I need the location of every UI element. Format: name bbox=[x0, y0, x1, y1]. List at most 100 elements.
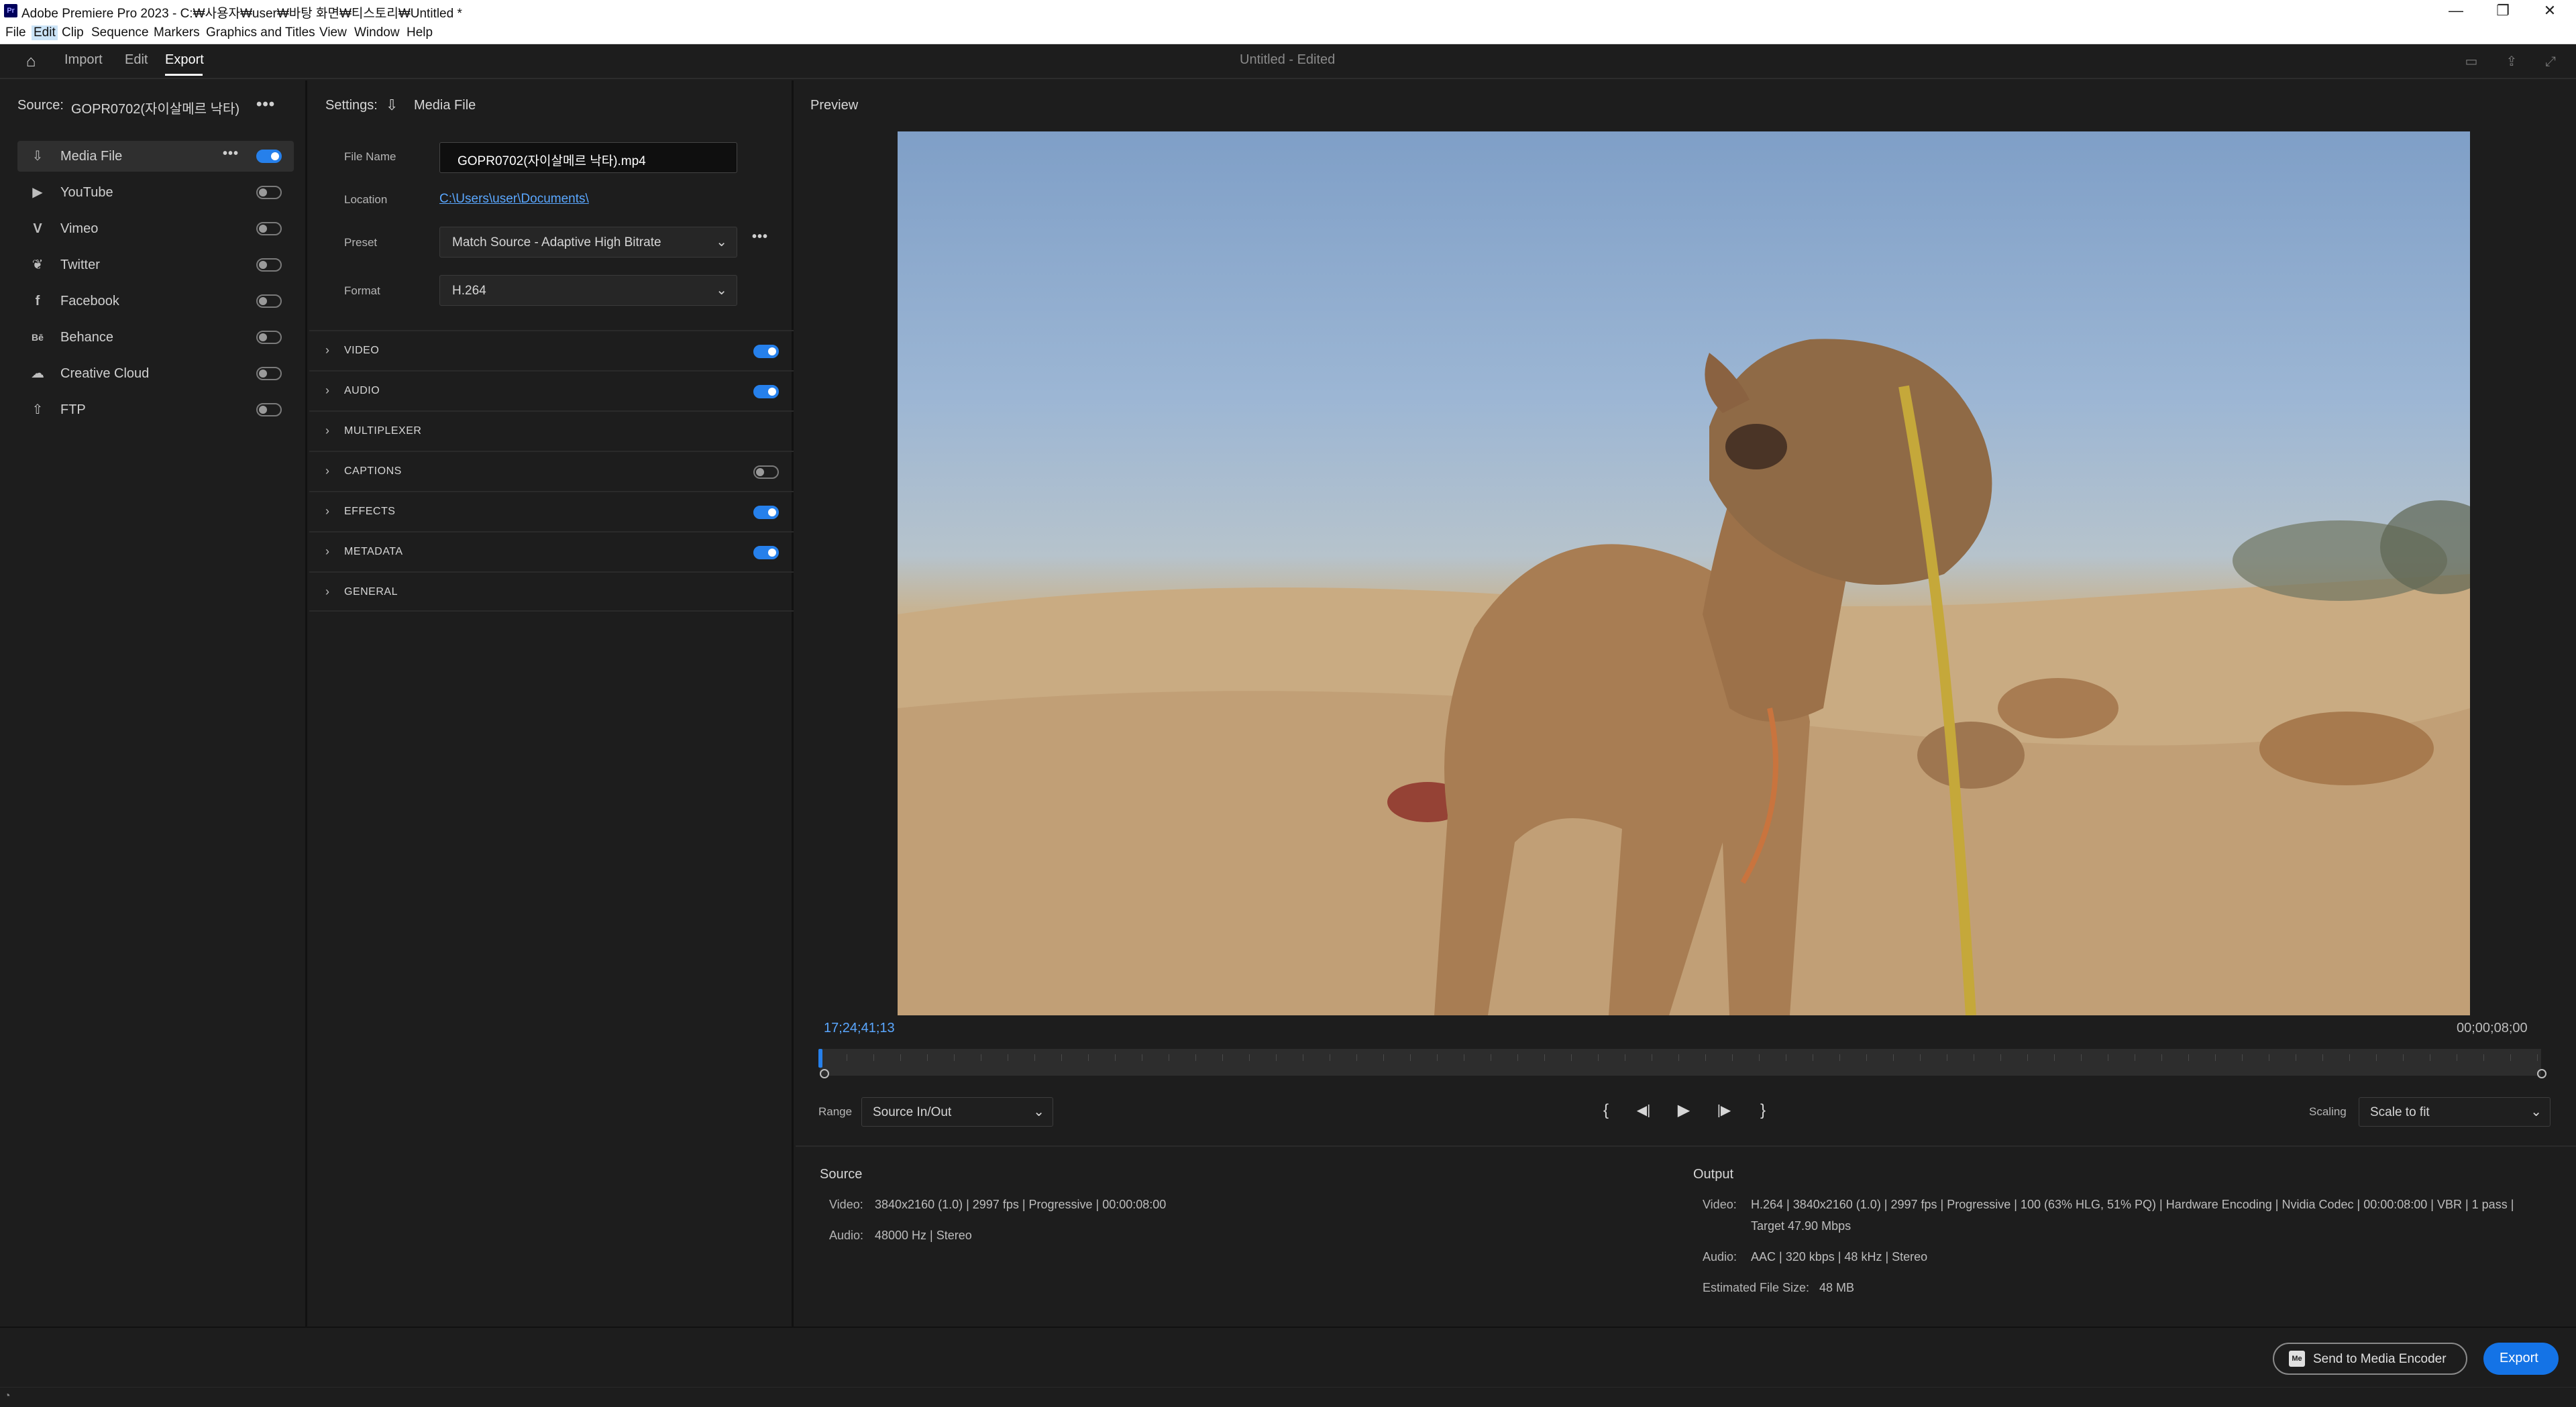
fullscreen-icon[interactable]: ⤢ bbox=[2540, 51, 2561, 72]
chevron-down-icon: ⌄ bbox=[716, 235, 727, 249]
ftp-toggle[interactable] bbox=[256, 403, 282, 416]
captions-toggle[interactable] bbox=[753, 465, 779, 479]
media-file-more-button[interactable]: ••• bbox=[223, 146, 239, 162]
source-more-button[interactable]: ••• bbox=[256, 95, 275, 114]
twitter-toggle[interactable] bbox=[256, 258, 282, 272]
step-back-icon[interactable]: ◀| bbox=[1630, 1097, 1657, 1124]
section-effects[interactable]: › EFFECTS bbox=[309, 491, 794, 531]
upload-icon: ⇧ bbox=[32, 402, 44, 417]
file-name-input[interactable]: GOPR0702(자이살메르 낙타).mp4 bbox=[439, 142, 737, 173]
menu-edit[interactable]: Edit bbox=[32, 25, 58, 40]
section-video[interactable]: › VIDEO bbox=[309, 330, 794, 370]
download-icon: ⇩ bbox=[386, 97, 398, 113]
creative-cloud-icon: ☁ bbox=[31, 366, 44, 381]
vimeo-toggle[interactable] bbox=[256, 222, 282, 235]
preset-more-button[interactable]: ••• bbox=[752, 229, 768, 245]
source-label: Source: bbox=[17, 98, 64, 113]
mark-in-button[interactable]: { bbox=[1593, 1097, 1619, 1124]
youtube-toggle[interactable] bbox=[256, 186, 282, 199]
chevron-right-icon: › bbox=[325, 343, 329, 357]
destination-vimeo[interactable]: V Vimeo bbox=[17, 213, 294, 244]
quick-export-icon[interactable]: ▭ bbox=[2461, 51, 2482, 72]
menu-markers[interactable]: Markers bbox=[154, 25, 200, 40]
section-general[interactable]: › GENERAL bbox=[309, 571, 794, 612]
destination-twitter[interactable]: ❦ Twitter bbox=[17, 249, 294, 280]
share-icon[interactable]: ⇪ bbox=[2501, 51, 2522, 72]
creative-cloud-toggle[interactable] bbox=[256, 367, 282, 380]
destination-behance[interactable]: Bē Behance bbox=[17, 322, 294, 353]
section-audio[interactable]: › AUDIO bbox=[309, 370, 794, 410]
in-point-handle[interactable] bbox=[820, 1069, 829, 1078]
file-name-label: File Name bbox=[344, 150, 396, 163]
mark-out-button[interactable]: } bbox=[1750, 1097, 1776, 1124]
scrubber-ticks bbox=[820, 1054, 2541, 1061]
destinations-panel: Source: GOPR0702(자이살메르 낙타) ••• ⇩ Media F… bbox=[0, 80, 307, 1327]
metadata-toggle[interactable] bbox=[753, 546, 779, 559]
media-file-toggle[interactable] bbox=[256, 150, 282, 163]
menu-file[interactable]: File bbox=[5, 25, 26, 40]
audio-toggle[interactable] bbox=[753, 385, 779, 398]
destination-creative-cloud[interactable]: ☁ Creative Cloud bbox=[17, 358, 294, 389]
destination-ftp[interactable]: ⇧ FTP bbox=[17, 394, 294, 425]
menu-view[interactable]: View bbox=[319, 25, 347, 40]
chevron-right-icon: › bbox=[325, 424, 329, 437]
section-metadata[interactable]: › METADATA bbox=[309, 531, 794, 571]
document-title: Untitled - Edited bbox=[1240, 52, 1336, 67]
effects-toggle[interactable] bbox=[753, 506, 779, 519]
menu-sequence[interactable]: Sequence bbox=[91, 25, 149, 40]
video-toggle[interactable] bbox=[753, 345, 779, 358]
chevron-right-icon: › bbox=[325, 464, 329, 477]
section-multiplexer[interactable]: › MULTIPLEXER bbox=[309, 410, 794, 451]
close-button[interactable]: ✕ bbox=[2526, 0, 2573, 21]
play-icon[interactable]: ▶ bbox=[1670, 1097, 1697, 1124]
current-timecode[interactable]: 17;24;41;13 bbox=[824, 1021, 895, 1036]
settings-panel: Settings: ⇩ Media File File Name GOPR070… bbox=[309, 80, 794, 1327]
send-to-media-encoder-button[interactable]: Me Send to Media Encoder bbox=[2273, 1343, 2467, 1375]
chevron-down-icon: ⌄ bbox=[2530, 1105, 2542, 1119]
export-button[interactable]: Export bbox=[2483, 1343, 2559, 1375]
preview-title: Preview bbox=[810, 98, 859, 113]
scaling-value: Scale to fit bbox=[2370, 1105, 2430, 1119]
destination-youtube[interactable]: ▶ YouTube bbox=[17, 177, 294, 208]
window-title: Adobe Premiere Pro 2023 - C:₩사용자₩user₩바탕… bbox=[21, 7, 462, 21]
source-audio-key: Audio: bbox=[829, 1229, 864, 1242]
source-name: GOPR0702(자이살메르 낙타) bbox=[71, 102, 240, 117]
output-video-key: Video: bbox=[1703, 1198, 1737, 1211]
destination-media-file[interactable]: ⇩ Media File ••• bbox=[17, 141, 294, 172]
timeline-scrubber[interactable] bbox=[818, 1049, 2541, 1076]
menu-graphics-and-titles[interactable]: Graphics and Titles bbox=[206, 25, 315, 40]
destination-label: YouTube bbox=[60, 185, 113, 200]
tab-export[interactable]: Export bbox=[165, 52, 204, 68]
section-captions[interactable]: › CAPTIONS bbox=[309, 451, 794, 491]
output-video-target: Target 47.90 Mbps bbox=[1751, 1219, 1851, 1233]
restore-button[interactable]: ❐ bbox=[2479, 0, 2526, 21]
playhead[interactable] bbox=[818, 1049, 822, 1068]
preset-dropdown[interactable]: Match Source - Adaptive High Bitrate ⌄ bbox=[439, 227, 737, 258]
minimize-button[interactable]: — bbox=[2432, 0, 2479, 21]
destination-label: Behance bbox=[60, 330, 113, 345]
format-dropdown[interactable]: H.264 ⌄ bbox=[439, 275, 737, 306]
menu-help[interactable]: Help bbox=[407, 25, 433, 40]
range-dropdown[interactable]: Source In/Out ⌄ bbox=[861, 1097, 1053, 1127]
location-link[interactable]: C:\Users\user\Documents\ bbox=[439, 192, 589, 207]
settings-target: Media File bbox=[414, 98, 476, 113]
chevron-right-icon: › bbox=[325, 585, 329, 598]
settings-label: Settings: bbox=[325, 98, 378, 113]
scaling-dropdown[interactable]: Scale to fit ⌄ bbox=[2359, 1097, 2551, 1127]
scaling-label: Scaling bbox=[2309, 1105, 2347, 1118]
video-preview-frame[interactable] bbox=[898, 131, 2470, 1015]
step-forward-icon[interactable]: |▶ bbox=[1711, 1097, 1737, 1124]
menu-window[interactable]: Window bbox=[354, 25, 400, 40]
tab-edit[interactable]: Edit bbox=[125, 52, 148, 68]
output-audio-value: AAC | 320 kbps | 48 kHz | Stereo bbox=[1751, 1250, 1928, 1263]
facebook-toggle[interactable] bbox=[256, 294, 282, 308]
destination-facebook[interactable]: f Facebook bbox=[17, 286, 294, 317]
home-icon[interactable]: ⌂ bbox=[20, 51, 42, 72]
preview-panel: Preview 17;24;41;13 00;00;08;00 Range So… bbox=[796, 80, 2576, 1327]
menu-clip[interactable]: Clip bbox=[62, 25, 84, 40]
out-point-handle[interactable] bbox=[2537, 1069, 2546, 1078]
behance-toggle[interactable] bbox=[256, 331, 282, 344]
tab-import[interactable]: Import bbox=[64, 52, 103, 68]
chevron-right-icon: › bbox=[325, 384, 329, 397]
format-value: H.264 bbox=[452, 284, 486, 298]
